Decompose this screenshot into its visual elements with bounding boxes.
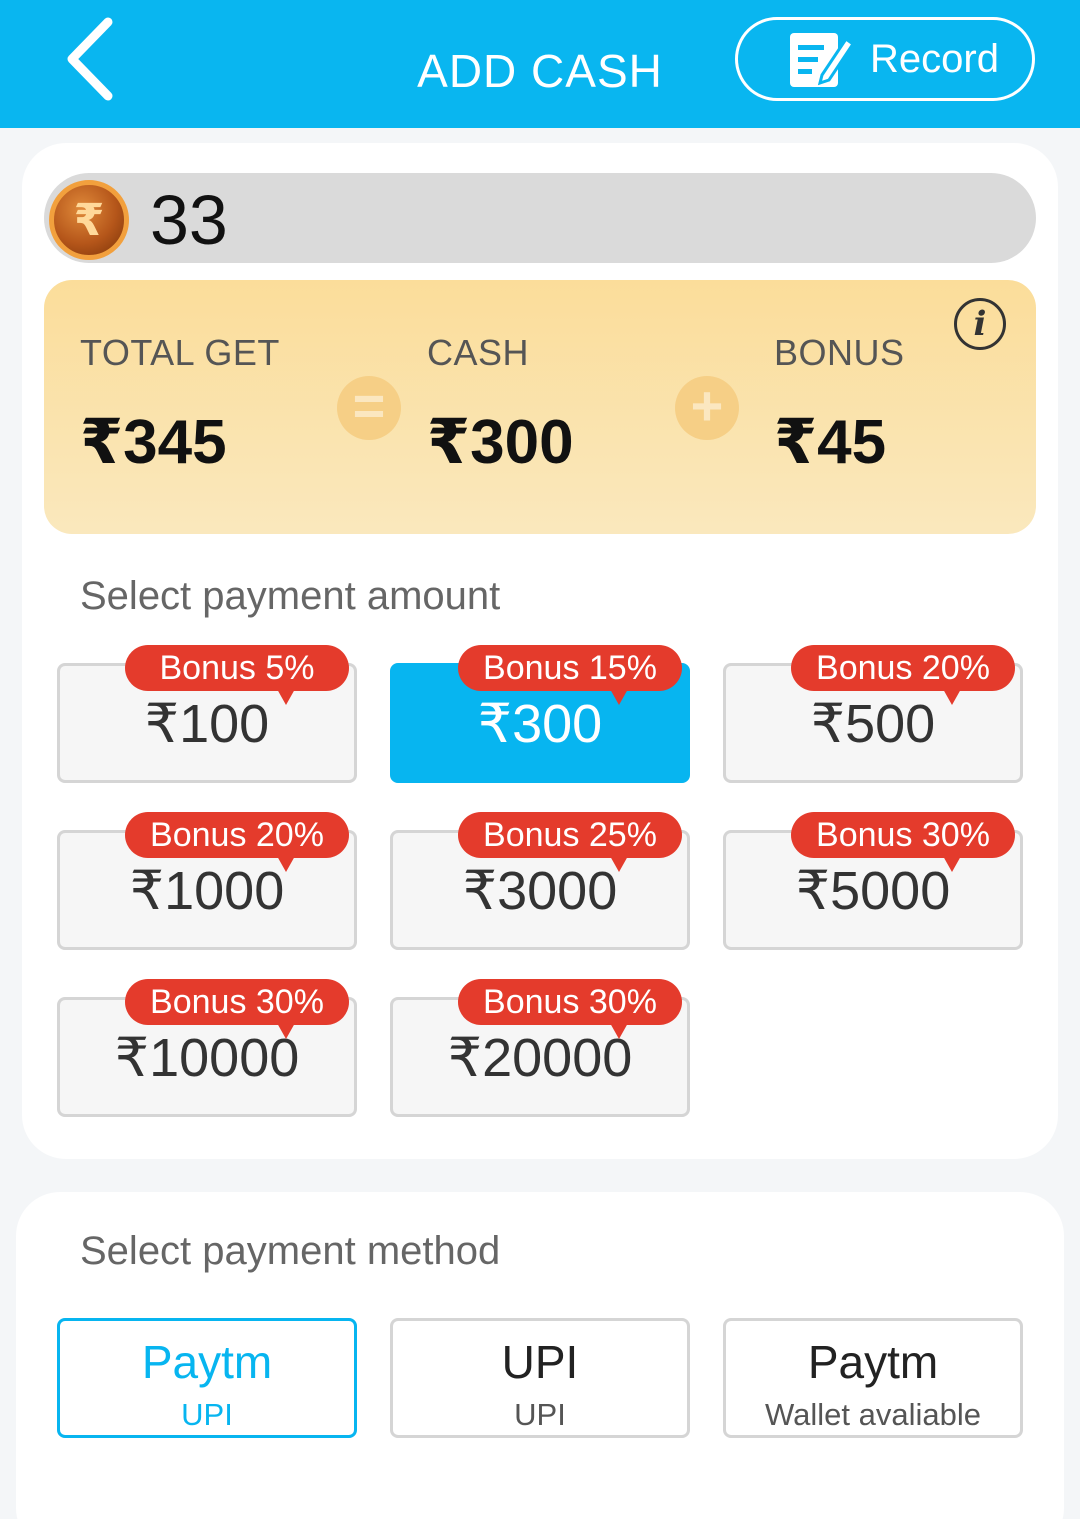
amount-value: ₹300: [477, 694, 603, 754]
bonus-badge: Bonus 30%: [791, 812, 1015, 872]
method-sub: Wallet avaliable: [765, 1397, 981, 1432]
cash-value: ₹300: [427, 408, 574, 477]
plus-icon: +: [675, 376, 739, 440]
bonus-badge: Bonus 5%: [125, 645, 349, 705]
amount-value: ₹5000: [795, 861, 951, 921]
bonus-badge: Bonus 15%: [458, 645, 682, 705]
cash-label: CASH: [427, 332, 530, 373]
amount-value: ₹1000: [129, 861, 285, 921]
bonus-value: ₹45: [774, 408, 887, 477]
method-upi[interactable]: UPI UPI: [390, 1318, 690, 1438]
bonus-badge: Bonus 25%: [458, 812, 682, 872]
balance-value: 33: [150, 181, 228, 259]
amount-value: ₹500: [810, 694, 936, 754]
method-name: Paytm: [807, 1336, 939, 1388]
amount-value: ₹3000: [462, 861, 618, 921]
amount-value: ₹10000: [114, 1028, 300, 1088]
total-get-value: ₹345: [80, 408, 227, 477]
amount-value: ₹100: [144, 694, 270, 754]
equals-icon: =: [337, 376, 401, 440]
record-label: Record: [870, 36, 999, 81]
method-name: UPI: [501, 1336, 579, 1388]
bonus-badge: Bonus 20%: [125, 812, 349, 872]
info-icon[interactable]: i: [954, 298, 1006, 350]
method-name: Paytm: [141, 1336, 273, 1388]
top-bar: ADD CASH Record: [0, 0, 1080, 128]
method-sub: UPI: [514, 1397, 566, 1432]
method-sub: UPI: [181, 1397, 233, 1432]
bonus-label: BONUS: [774, 332, 905, 373]
rupee-coin-icon: ₹: [49, 180, 129, 260]
record-button[interactable]: Record: [735, 17, 1035, 101]
payment-amount-title: Select payment amount: [80, 574, 501, 618]
bonus-badge: Bonus 20%: [791, 645, 1015, 705]
payment-method-title: Select payment method: [80, 1229, 501, 1273]
total-get-label: TOTAL GET: [80, 332, 280, 373]
bonus-badge: Bonus 30%: [125, 979, 349, 1039]
amount-value: ₹20000: [447, 1028, 633, 1088]
method-paytm-wallet[interactable]: Paytm Wallet avaliable: [723, 1318, 1023, 1438]
method-paytm-upi[interactable]: Paytm UPI: [57, 1318, 357, 1438]
bonus-badge: Bonus 30%: [458, 979, 682, 1039]
edit-document-icon: [790, 33, 856, 87]
